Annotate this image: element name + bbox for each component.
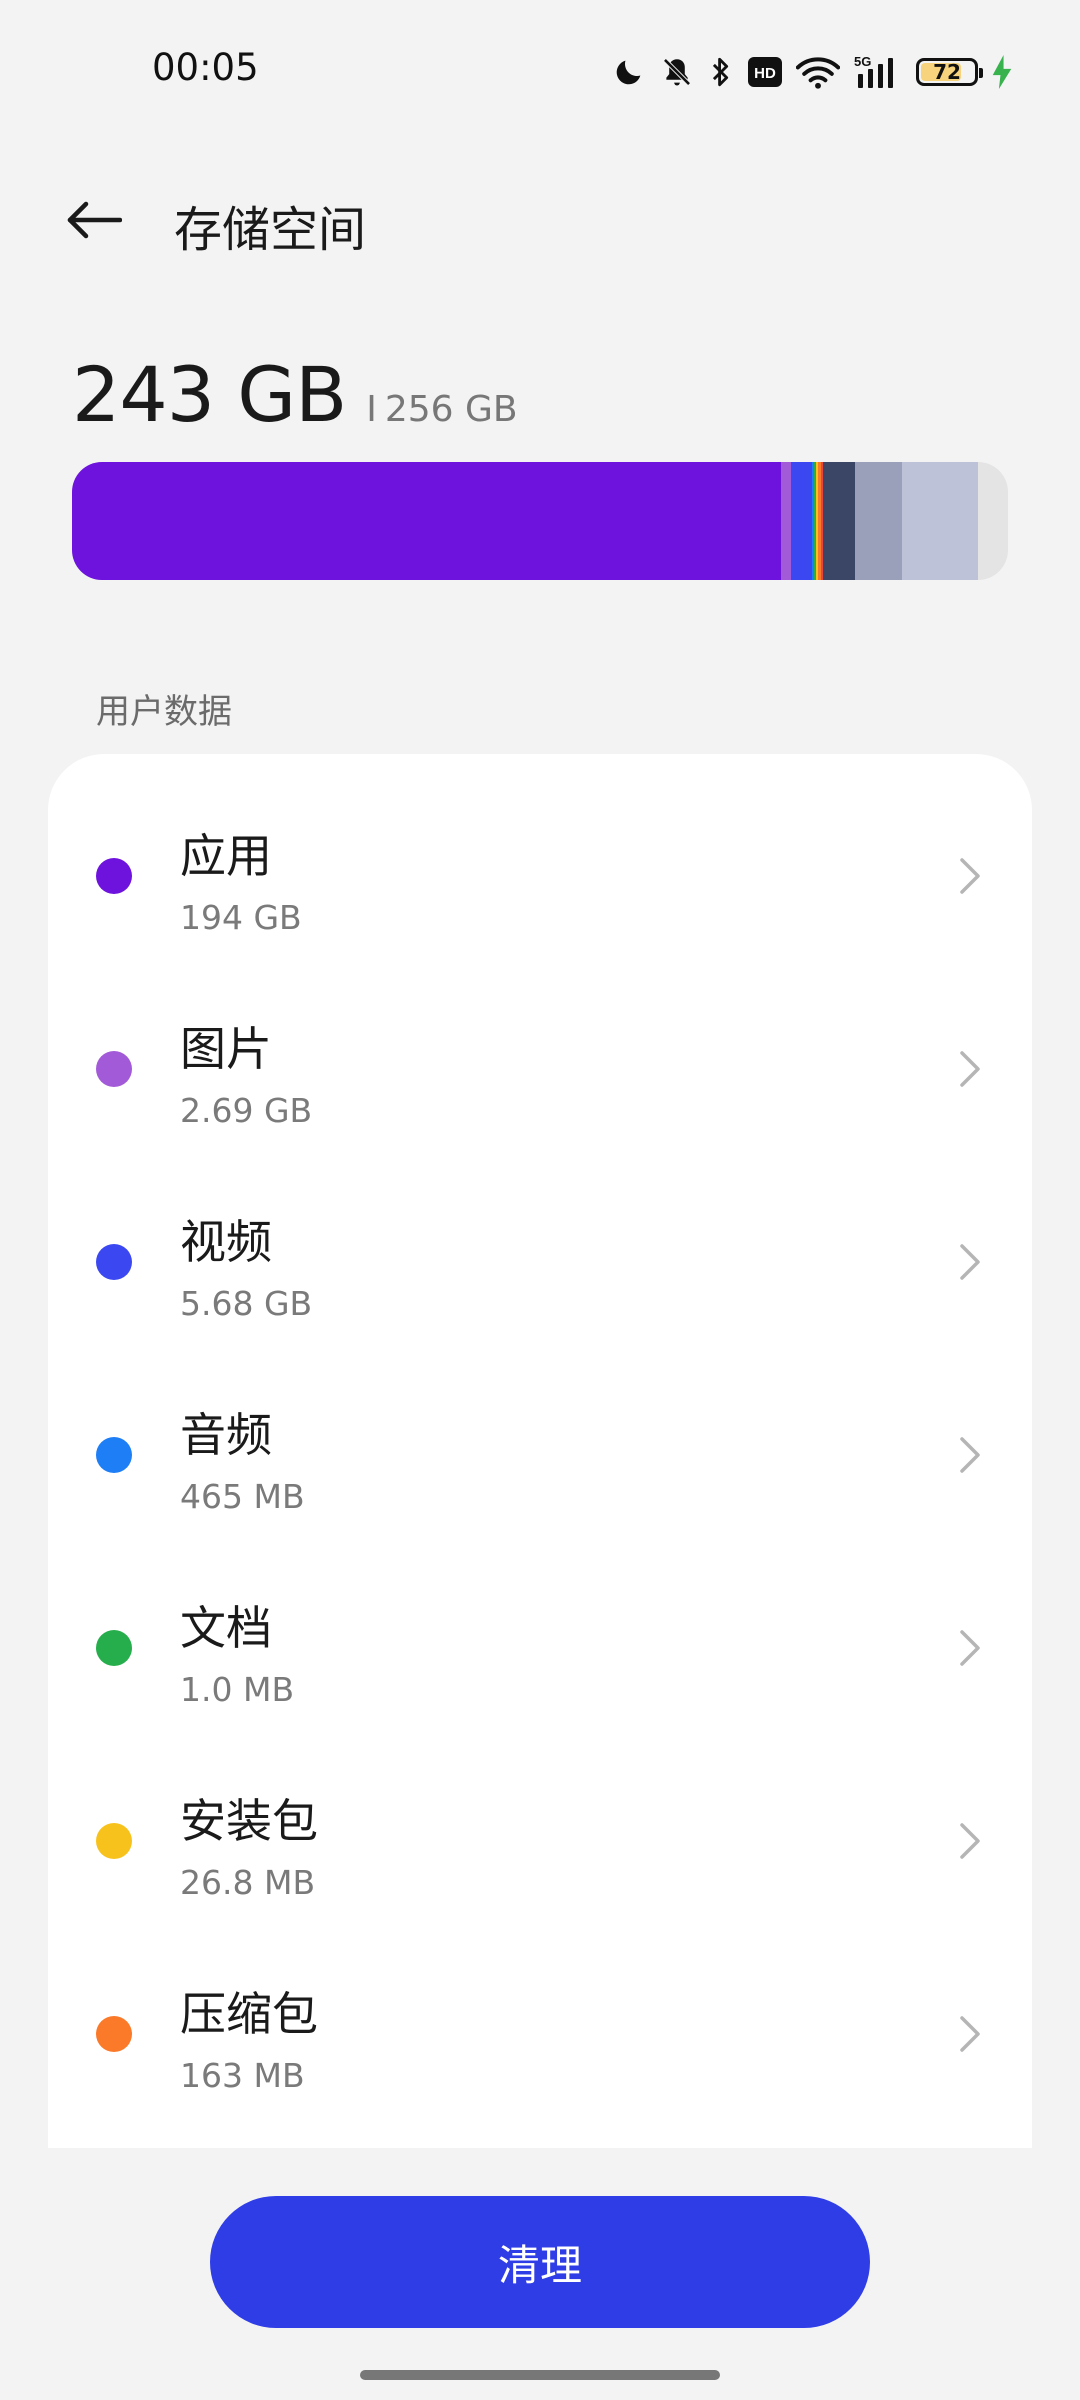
list-item-documents[interactable]: 文档 1.0 MB: [48, 1552, 1032, 1745]
clean-button[interactable]: 清理: [210, 2196, 870, 2328]
back-button[interactable]: [56, 188, 132, 252]
chevron-right-icon: [960, 858, 980, 894]
color-dot: [96, 1437, 132, 1473]
color-dot: [96, 1630, 132, 1666]
list-item-apps[interactable]: 应用 194 GB: [48, 780, 1032, 973]
status-icons: HD 5G 72: [612, 48, 1012, 96]
list-item-packages[interactable]: 安装包 26.8 MB: [48, 1745, 1032, 1938]
wifi-icon: [796, 57, 840, 89]
status-bar: 00:05 HD 5G 72: [0, 0, 1080, 140]
item-size: 465 MB: [180, 1477, 305, 1516]
item-size: 194 GB: [180, 898, 302, 937]
chevron-right-icon: [960, 1244, 980, 1280]
color-dot: [96, 858, 132, 894]
list-item-audio[interactable]: 音频 465 MB: [48, 1359, 1032, 1552]
item-size: 1.0 MB: [180, 1670, 295, 1709]
user-data-list: 应用 194 GB 图片 2.69 GB 视频 5.68 GB 音频 465 M…: [48, 754, 1032, 2148]
bluetooth-icon: [712, 57, 729, 87]
storage-segment-images: [781, 462, 792, 580]
summary-separator: I: [366, 389, 377, 430]
storage-segment-apps: [72, 462, 782, 580]
status-time: 00:05: [152, 46, 259, 89]
battery-icon: 72: [916, 58, 983, 86]
storage-usage-bar: [72, 462, 1008, 580]
storage-segment-system: [854, 462, 902, 580]
chevron-right-icon: [960, 1630, 980, 1666]
item-title: 视频: [180, 1215, 272, 1269]
section-title-user-data: 用户数据: [96, 692, 232, 732]
color-dot: [96, 1244, 132, 1280]
item-size: 26.8 MB: [180, 1863, 316, 1902]
moon-icon: [616, 60, 641, 85]
page-title: 存储空间: [174, 202, 367, 258]
home-indicator[interactable]: [360, 2370, 720, 2380]
item-title: 音频: [180, 1408, 272, 1462]
charging-icon: [992, 55, 1012, 89]
item-title: 文档: [180, 1601, 272, 1655]
app-header: 存储空间: [0, 170, 1080, 270]
item-size: 5.68 GB: [180, 1284, 313, 1323]
used-storage: 243 GB: [72, 350, 347, 439]
storage-summary: 243 GB I 256 GB: [72, 350, 518, 439]
hd-icon: HD: [748, 57, 782, 87]
svg-text:HD: HD: [754, 65, 776, 82]
item-title: 图片: [180, 1022, 272, 1076]
color-dot: [96, 1051, 132, 1087]
item-size: 163 MB: [180, 2056, 305, 2095]
item-size: 2.69 GB: [180, 1091, 313, 1130]
chevron-right-icon: [960, 2016, 980, 2052]
item-title: 安装包: [180, 1794, 318, 1848]
svg-text:5G: 5G: [854, 54, 871, 69]
list-item-images[interactable]: 图片 2.69 GB: [48, 973, 1032, 1166]
chevron-right-icon: [960, 1437, 980, 1473]
total-storage: 256 GB: [384, 389, 518, 430]
signal-5g-icon: 5G: [854, 54, 893, 88]
storage-segment-videos: [791, 462, 812, 580]
item-title: 压缩包: [180, 1987, 318, 2041]
chevron-right-icon: [960, 1823, 980, 1859]
color-dot: [96, 1823, 132, 1859]
chevron-right-icon: [960, 1051, 980, 1087]
list-item-videos[interactable]: 视频 5.68 GB: [48, 1166, 1032, 1359]
storage-segment-other: [901, 462, 978, 580]
color-dot: [96, 2016, 132, 2052]
list-item-archives[interactable]: 压缩包 163 MB: [48, 1938, 1032, 2131]
storage-segment-dark: [822, 462, 855, 580]
bell-off-icon: [663, 58, 691, 86]
item-title: 应用: [180, 829, 272, 883]
arrow-left-icon: [67, 201, 122, 239]
